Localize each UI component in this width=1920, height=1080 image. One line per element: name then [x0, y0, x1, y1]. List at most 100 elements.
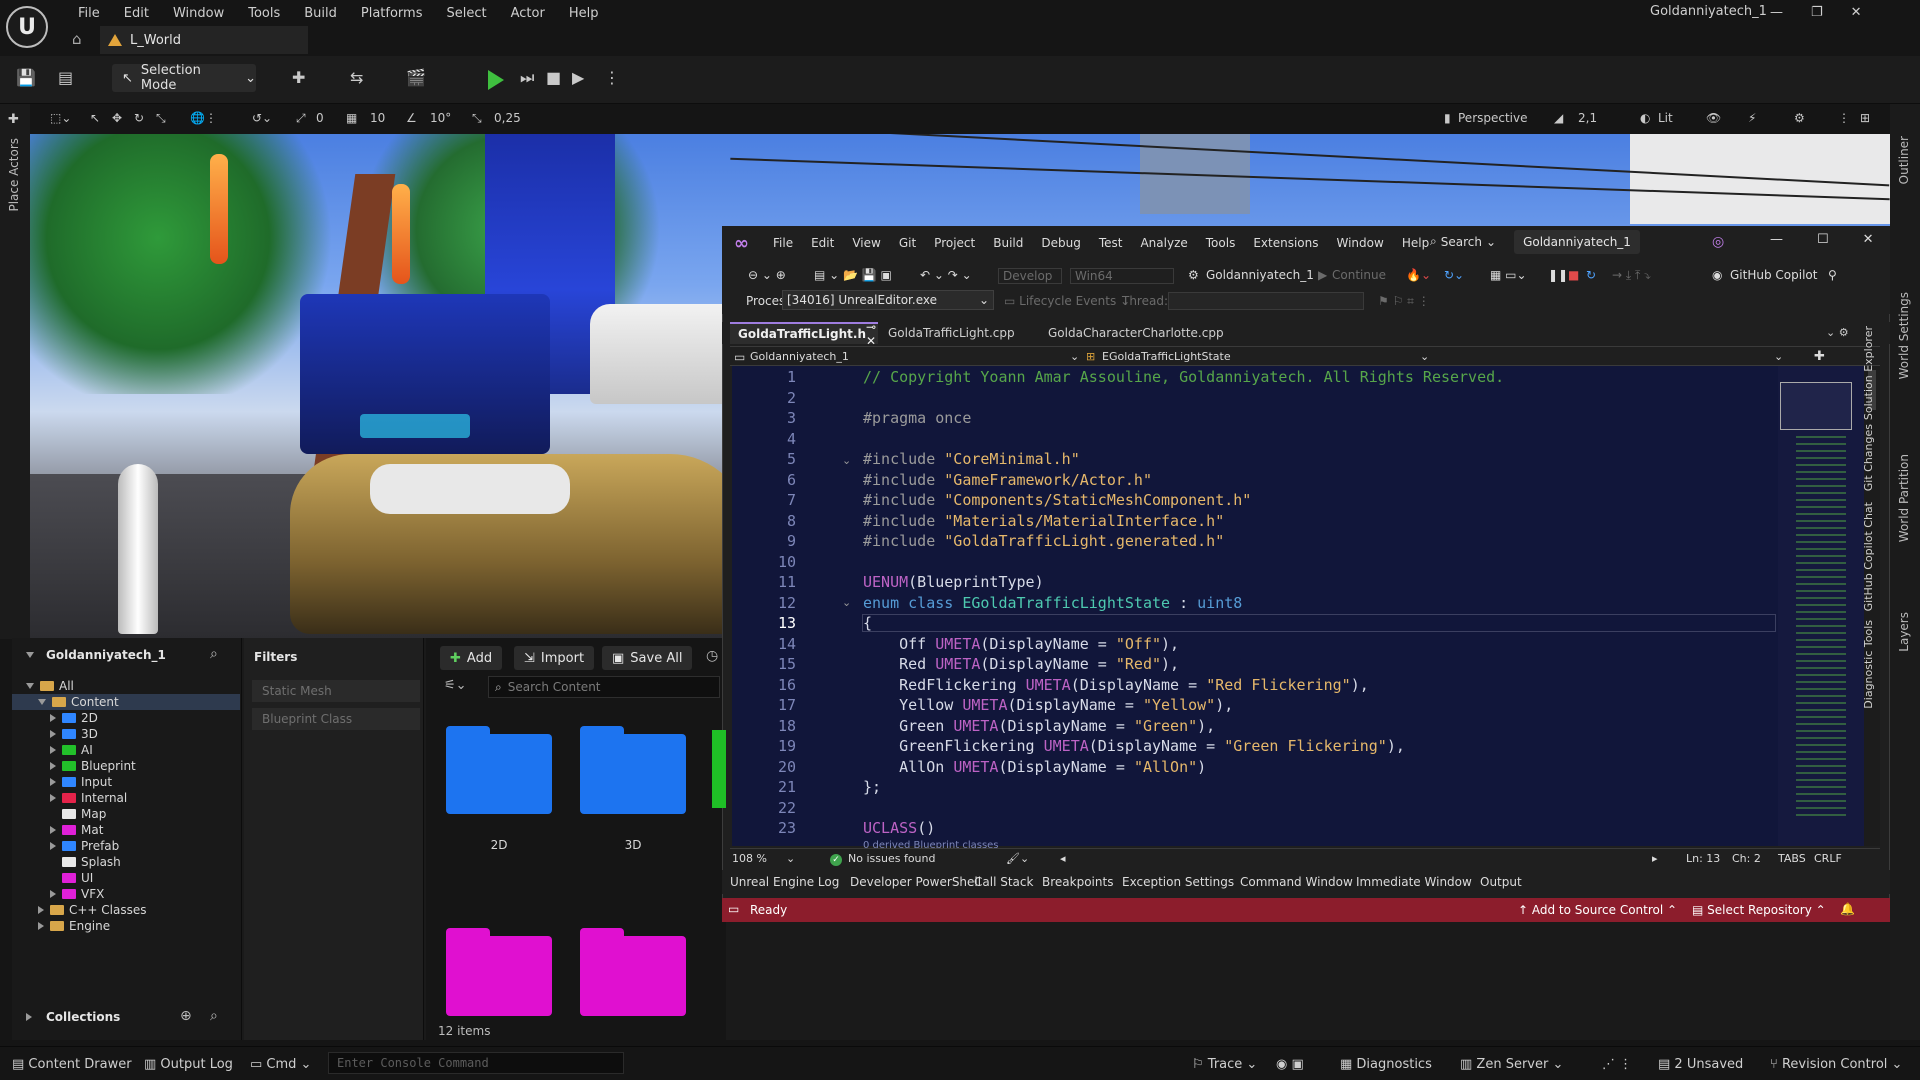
- save-all-button[interactable]: ▣ Save All: [602, 646, 693, 670]
- translate-icon[interactable]: ✥: [112, 111, 122, 125]
- rotate-snap-icon[interactable]: ⤢: [296, 111, 306, 126]
- expand-icon[interactable]: [50, 778, 56, 786]
- save-icon[interactable]: 💾: [16, 68, 36, 87]
- code-line[interactable]: #include "CoreMinimal.h": [863, 450, 1080, 468]
- startup-project-dropdown[interactable]: Goldanniyatech_1: [1206, 268, 1314, 282]
- tree-item[interactable]: VFX: [50, 886, 104, 902]
- filter-blueprint-class[interactable]: Blueprint Class: [252, 708, 420, 730]
- platform-dropdown[interactable]: Win64: [1070, 268, 1174, 284]
- menu-tools[interactable]: Tools: [236, 6, 292, 21]
- select-mode-icon[interactable]: ⬚⌄: [50, 111, 71, 125]
- github-copilot-button[interactable]: GitHub Copilot: [1730, 268, 1817, 282]
- tree-item[interactable]: AI: [50, 742, 93, 758]
- expand-icon[interactable]: [50, 746, 56, 754]
- folder-tile[interactable]: [446, 726, 552, 814]
- expand-icon[interactable]: [50, 714, 56, 722]
- rotate-icon[interactable]: ↻: [134, 111, 144, 125]
- add-collection-icon[interactable]: ⊕: [180, 1008, 192, 1024]
- tool-window-tab[interactable]: Immediate Window: [1356, 875, 1472, 889]
- surface-snap-icon[interactable]: ↺⌄: [252, 111, 272, 125]
- tool-window-tab[interactable]: Call Stack: [974, 875, 1033, 889]
- tool-window-tab[interactable]: Exception Settings: [1122, 875, 1234, 889]
- expand-icon[interactable]: [38, 906, 44, 914]
- config-dropdown[interactable]: Develop: [998, 268, 1062, 284]
- thread-dropdown[interactable]: [1168, 292, 1364, 310]
- folder-tile[interactable]: [580, 928, 686, 1016]
- restart-debug-icon[interactable]: ↻: [1586, 268, 1596, 282]
- issues-indicator[interactable]: ✓ No issues found: [830, 852, 935, 866]
- process-dropdown[interactable]: [34016] UnrealEditor.exe ⌄: [782, 290, 994, 310]
- code-line[interactable]: #include "GoldaTrafficLight.generated.h": [863, 532, 1224, 550]
- code-line[interactable]: AllOn UMETA(DisplayName = "AllOn"): [863, 758, 1206, 776]
- back-forward-icon[interactable]: ⊖ ⌄ ⊕: [748, 268, 786, 282]
- tree-item[interactable]: 2D: [50, 710, 98, 726]
- tree-item[interactable]: 3D: [50, 726, 98, 742]
- restore-icon[interactable]: ❐: [1811, 5, 1823, 20]
- selection-mode-dropdown[interactable]: ↖ Selection Mode ⌄: [112, 63, 256, 93]
- menu-window[interactable]: Window: [161, 6, 236, 21]
- code-line[interactable]: GreenFlickering UMETA(DisplayName = "Gre…: [863, 737, 1405, 755]
- collapse-region-icon[interactable]: ⌄: [842, 454, 851, 467]
- vs-menu-tools[interactable]: Tools: [1197, 236, 1245, 250]
- vs-menu-debug[interactable]: Debug: [1032, 236, 1089, 250]
- vs-side-tab[interactable]: Git Changes: [1862, 424, 1875, 491]
- unreal-logo-icon[interactable]: U: [6, 6, 48, 48]
- code-line[interactable]: UCLASS(): [863, 819, 935, 837]
- tool-window-tab[interactable]: Developer PowerShell: [850, 875, 981, 889]
- world-settings-tab[interactable]: World Settings: [1897, 292, 1911, 379]
- revision-control-button[interactable]: ⑂ Revision Control ⌄: [1770, 1057, 1902, 1072]
- collapse-icon[interactable]: [26, 683, 34, 689]
- minimize-icon[interactable]: —: [1770, 232, 1783, 247]
- vs-menu-view[interactable]: View: [843, 236, 889, 250]
- home-icon[interactable]: ⌂: [72, 30, 82, 48]
- realtime-icon[interactable]: ⚡: [1748, 111, 1756, 125]
- code-line[interactable]: Yellow UMETA(DisplayName = "Yellow"),: [863, 696, 1233, 714]
- code-line[interactable]: enum class EGoldaTrafficLightState : uin…: [863, 594, 1242, 612]
- stop-icon[interactable]: ■: [546, 68, 561, 87]
- more-options-icon[interactable]: ⋮: [604, 68, 620, 87]
- collapse-region-icon[interactable]: ⌄: [842, 596, 851, 609]
- world-local-icon[interactable]: 🌐⋮: [190, 111, 217, 125]
- split-editor-icon[interactable]: ✚: [1814, 349, 1825, 364]
- vs-side-tab[interactable]: Solution Explorer: [1862, 326, 1875, 420]
- continue-button[interactable]: Continue: [1332, 268, 1386, 282]
- unsaved-button[interactable]: ▤ 2 Unsaved: [1658, 1057, 1743, 1072]
- cinematics-icon[interactable]: 🎬: [406, 68, 426, 87]
- layout-icon[interactable]: ⊞: [1860, 111, 1870, 125]
- vs-menu-file[interactable]: File: [764, 236, 802, 250]
- code-minimap[interactable]: [1778, 366, 1864, 846]
- vs-side-tab[interactable]: Diagnostic Tools: [1862, 620, 1875, 709]
- expand-icon[interactable]: [50, 826, 56, 834]
- folder-tile[interactable]: [580, 726, 686, 814]
- layers-tab[interactable]: Layers: [1897, 612, 1911, 652]
- tool-window-tab[interactable]: Output: [1480, 875, 1522, 889]
- minimize-icon[interactable]: —: [1770, 5, 1783, 20]
- zen-server-button[interactable]: ▥ Zen Server ⌄: [1460, 1057, 1563, 1072]
- menu-file[interactable]: File: [66, 6, 112, 21]
- code-line[interactable]: #include "Components/StaticMeshComponent…: [863, 491, 1251, 509]
- tree-item[interactable]: Prefab: [50, 838, 119, 854]
- menu-help[interactable]: Help: [557, 6, 611, 21]
- code-line[interactable]: };: [863, 778, 881, 796]
- minimap-viewport[interactable]: [1780, 382, 1852, 430]
- new-open-save-icons[interactable]: ▤ ⌄ 📂 💾 ▣: [814, 268, 892, 282]
- angle-snap-icon[interactable]: ∠: [406, 111, 417, 125]
- line-ending[interactable]: CRLF: [1814, 852, 1842, 865]
- folder-tile[interactable]: [446, 928, 552, 1016]
- camera-speed-icon[interactable]: ◢: [1554, 111, 1563, 125]
- tab-goldacharactercharlotte-cpp[interactable]: GoldaCharacterCharlotte.cpp: [1040, 322, 1246, 344]
- stack-frame-icons[interactable]: ⚑ ⚐ ⌗ ⋮: [1378, 294, 1430, 309]
- tool-window-tab[interactable]: Unreal Engine Log: [730, 875, 839, 889]
- tree-item[interactable]: Internal: [50, 790, 127, 806]
- output-log-button[interactable]: ▥ Output Log: [144, 1057, 233, 1072]
- vs-side-tab[interactable]: GitHub Copilot Chat: [1862, 502, 1875, 611]
- debug-tools-icons[interactable]: ▦ ▭⌄: [1490, 268, 1527, 282]
- vs-menu-test[interactable]: Test: [1090, 236, 1132, 250]
- code-line[interactable]: Off UMETA(DisplayName = "Off"),: [863, 635, 1179, 653]
- indent-mode[interactable]: TABS: [1778, 852, 1806, 865]
- chevron-down-icon[interactable]: ⌄: [1420, 350, 1429, 363]
- nav-symbol-dropdown[interactable]: EGoldaTrafficLightState: [1102, 350, 1231, 363]
- code-line[interactable]: // Copyright Yoann Amar Assouline, Golda…: [863, 368, 1504, 386]
- chevron-down-icon[interactable]: ⌄: [1070, 350, 1079, 363]
- world-partition-tab[interactable]: World Partition: [1897, 454, 1911, 542]
